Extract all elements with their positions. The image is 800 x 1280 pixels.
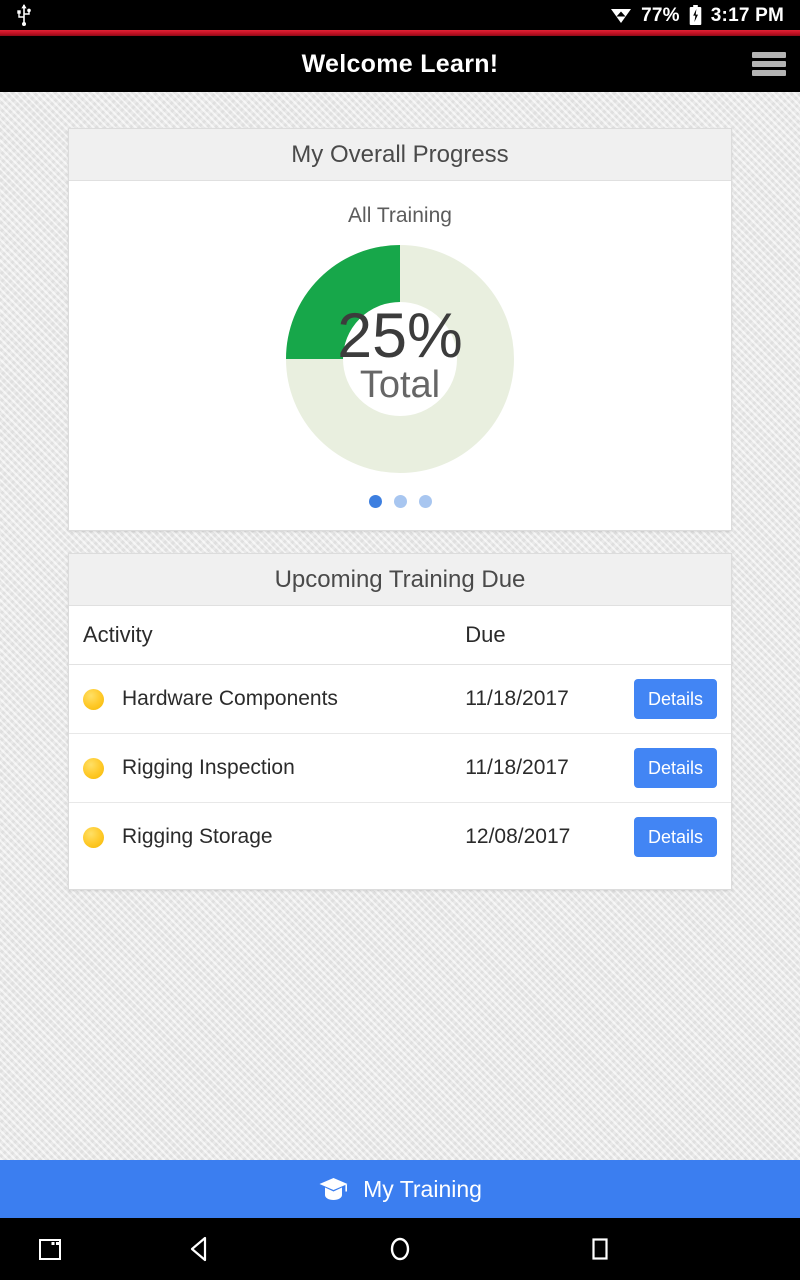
table-header: Activity Due — [69, 606, 731, 665]
carousel-dot-1[interactable] — [368, 495, 382, 508]
table-row[interactable]: Rigging Storage 12/08/2017 Details — [69, 803, 731, 872]
window-icon[interactable] — [0, 1236, 100, 1262]
overall-progress-card-header: My Overall Progress — [69, 129, 731, 181]
usb-icon — [16, 4, 32, 26]
cell-action: Details — [620, 803, 731, 872]
clock-label: 3:17 PM — [710, 4, 784, 26]
upcoming-training-card: Upcoming Training Due Activity Due Hardw… — [68, 553, 732, 890]
carousel-pagination[interactable] — [69, 481, 731, 530]
upcoming-training-card-body: Activity Due Hardware Components 11/18/2… — [69, 606, 731, 889]
android-navigation-bar — [0, 1218, 800, 1280]
carousel-dot-2[interactable] — [393, 495, 407, 508]
graduation-cap-icon — [318, 1176, 349, 1202]
app-bar: Welcome Learn! — [0, 36, 800, 92]
details-button[interactable]: Details — [633, 679, 717, 719]
table-bottom-spacer — [69, 871, 731, 889]
table-row[interactable]: Hardware Components 11/18/2017 Details — [69, 664, 731, 734]
bottom-nav-my-training[interactable]: My Training — [0, 1160, 800, 1218]
cell-activity: Rigging Inspection — [69, 733, 466, 803]
column-header-activity: Activity — [69, 606, 466, 665]
column-header-due: Due — [465, 606, 620, 665]
upcoming-training-card-header: Upcoming Training Due — [69, 554, 731, 606]
recents-square-icon[interactable] — [500, 1234, 700, 1264]
upcoming-training-title: Upcoming Training Due — [274, 565, 526, 593]
activity-label: Rigging Storage — [122, 825, 273, 848]
chart-subtitle: All Training — [348, 204, 452, 227]
android-status-bar: 77% 3:17 PM — [0, 0, 800, 30]
cell-due-date: 12/08/2017 — [465, 825, 571, 848]
hamburger-bar — [752, 70, 786, 76]
battery-charging-icon — [689, 5, 702, 25]
donut-center-value: 25% — [337, 301, 462, 371]
app-screen: 77% 3:17 PM Welcome Learn! My Overall Pr… — [0, 0, 800, 1280]
status-bar-right-cluster: 77% 3:17 PM — [610, 5, 784, 25]
cell-action: Details — [619, 664, 731, 734]
hamburger-bar — [752, 61, 786, 67]
table-row[interactable]: Rigging Inspection 11/18/2017 Details — [69, 733, 731, 803]
hamburger-bar — [752, 52, 786, 58]
overall-progress-card: My Overall Progress All Training 25% Tot… — [68, 128, 732, 531]
home-circle-icon[interactable] — [300, 1234, 500, 1264]
details-button[interactable]: Details — [633, 817, 717, 857]
donut-chart-svg: 25% Total — [286, 244, 514, 473]
cell-activity: Rigging Storage — [69, 803, 465, 872]
carousel-dot-3[interactable] — [418, 495, 432, 508]
back-triangle-icon[interactable] — [100, 1234, 300, 1264]
cell-due-date: 11/18/2017 — [465, 664, 620, 734]
cell-activity: Hardware Components — [69, 664, 466, 734]
cell-action: Details — [619, 733, 731, 803]
column-header-action — [619, 606, 731, 665]
overall-progress-card-body: All Training 25% Total — [69, 181, 731, 530]
status-dot-icon — [83, 757, 104, 779]
donut-center-sublabel: Total — [360, 364, 440, 406]
status-dot-icon — [83, 826, 104, 848]
overall-progress-title: My Overall Progress — [291, 140, 509, 168]
status-dot-icon — [83, 688, 104, 710]
upcoming-training-table: Activity Due Hardware Components 11/18/2… — [69, 606, 731, 871]
cell-due-date: 11/18/2017 — [465, 733, 620, 803]
battery-percent-label: 77% — [641, 4, 680, 26]
donut-chart[interactable]: 25% Total — [69, 236, 731, 481]
hamburger-menu-icon[interactable] — [752, 50, 786, 78]
table-header-row: Activity Due — [69, 606, 731, 665]
table-body: Hardware Components 11/18/2017 Details R… — [69, 664, 731, 872]
page-title: Welcome Learn! — [301, 49, 499, 78]
bottom-nav-label: My Training — [363, 1175, 482, 1202]
wifi-icon — [610, 6, 632, 24]
activity-label: Hardware Components — [122, 687, 338, 710]
details-button[interactable]: Details — [633, 748, 717, 788]
activity-label: Rigging Inspection — [122, 756, 295, 779]
